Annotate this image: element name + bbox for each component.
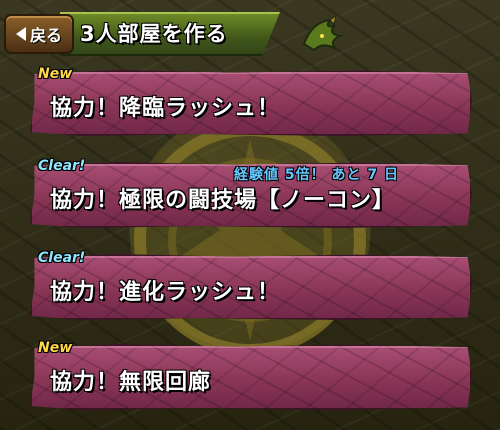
dungeon-item-3[interactable]: Clear! 協力！進化ラッシュ！ (30, 250, 472, 320)
back-button-label: 戻る (29, 26, 62, 45)
dungeon-item-2[interactable]: Clear! 経験値 5倍！ あと 7 日 協力！極限の闘技場【ノーコン】 (30, 158, 472, 228)
dungeon-title: 協力！極限の闘技場【ノーコン】 (50, 188, 396, 213)
page-title: 3人部屋を作る (80, 22, 228, 46)
dungeon-title: 協力！降臨ラッシュ！ (50, 96, 281, 121)
new-tag: New (38, 66, 73, 82)
dungeon-item-1[interactable]: New 協力！降臨ラッシュ！ (30, 66, 472, 136)
new-tag: New (38, 340, 73, 356)
dungeon-title: 協力！無限回廊 (50, 370, 212, 395)
clear-tag: Clear! (38, 250, 86, 266)
emblem-icon (134, 124, 366, 356)
dragon-icon (302, 14, 344, 52)
exp-bonus-text: 経験値 5倍！ あと 7 日 (234, 167, 399, 183)
dungeon-item-4[interactable]: New 協力！無限回廊 (30, 340, 472, 410)
header-bar: 3人部屋を作る 戻る (0, 10, 344, 56)
back-button[interactable]: 戻る (4, 14, 74, 54)
clear-tag: Clear! (38, 158, 86, 174)
dungeon-title: 協力！進化ラッシュ！ (50, 280, 281, 305)
left-arrow-icon (15, 27, 26, 41)
